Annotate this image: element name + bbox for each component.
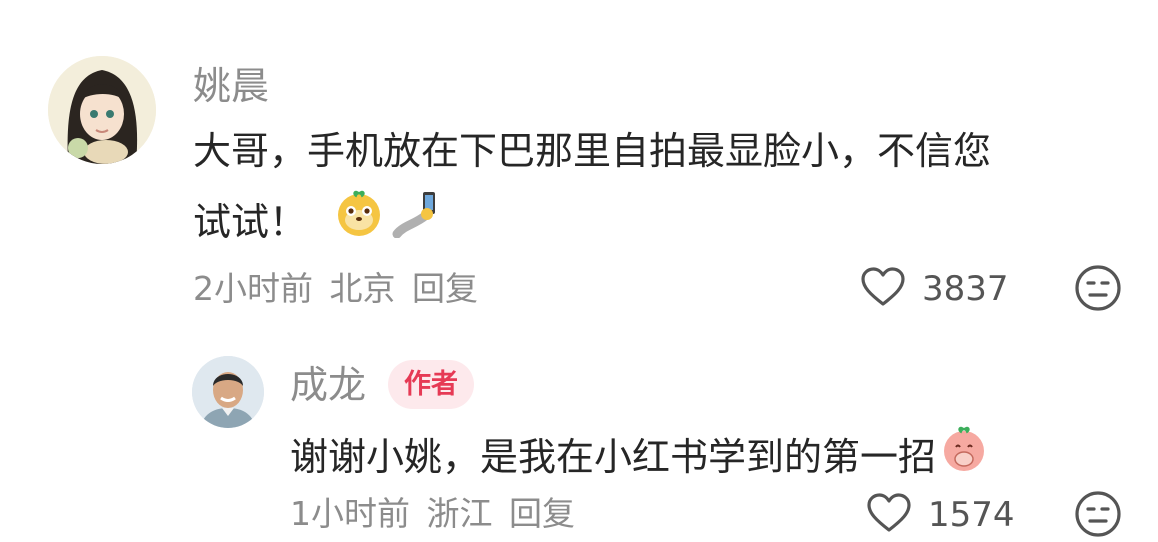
comment-text-line: 大哥，手机放在下巴那里自拍最显脸小，不信您	[193, 129, 992, 173]
like-button[interactable]: 3837	[860, 266, 1009, 312]
comment-text-line-2: 试试！	[193, 186, 1123, 260]
heart-icon	[860, 266, 906, 312]
comment-text-line: 谢谢小姚，是我在小红书学到的第一招	[290, 435, 937, 479]
avatar[interactable]	[48, 56, 156, 164]
cute-doge-emoji	[333, 186, 385, 260]
meh-face-icon[interactable]	[1074, 264, 1122, 316]
avatar-illustration	[48, 56, 156, 164]
meh-face-icon[interactable]	[1074, 490, 1122, 542]
username[interactable]: 姚晨	[193, 67, 269, 105]
comment-text: 谢谢小姚，是我在小红书学到的第一招	[290, 421, 990, 495]
timestamp: 2小时前	[193, 269, 313, 308]
avatar-photo	[192, 356, 264, 428]
comment-meta: 1小时前 浙江 回复	[290, 497, 575, 530]
author-badge: 作者	[388, 360, 475, 409]
username[interactable]: 成龙	[290, 366, 366, 404]
heart-icon	[866, 492, 912, 538]
reply-button[interactable]: 回复	[412, 269, 478, 308]
timestamp: 1小时前	[290, 494, 410, 533]
comment-meta: 2小时前 北京 回复	[193, 272, 478, 305]
comment-text-tail: 试试！	[193, 199, 308, 244]
like-count: 3837	[922, 269, 1009, 309]
covering-mouth-emoji	[938, 421, 990, 495]
selfie-emoji	[391, 186, 443, 260]
location: 北京	[329, 269, 396, 308]
like-count: 1574	[928, 495, 1015, 535]
author-header: 成龙 作者	[290, 360, 475, 409]
avatar[interactable]	[192, 356, 264, 428]
reply-button[interactable]: 回复	[509, 494, 575, 533]
like-button[interactable]: 1574	[866, 492, 1015, 538]
location: 浙江	[426, 494, 493, 533]
comment-text: 大哥，手机放在下巴那里自拍最显脸小，不信您 试试！	[193, 118, 1123, 259]
